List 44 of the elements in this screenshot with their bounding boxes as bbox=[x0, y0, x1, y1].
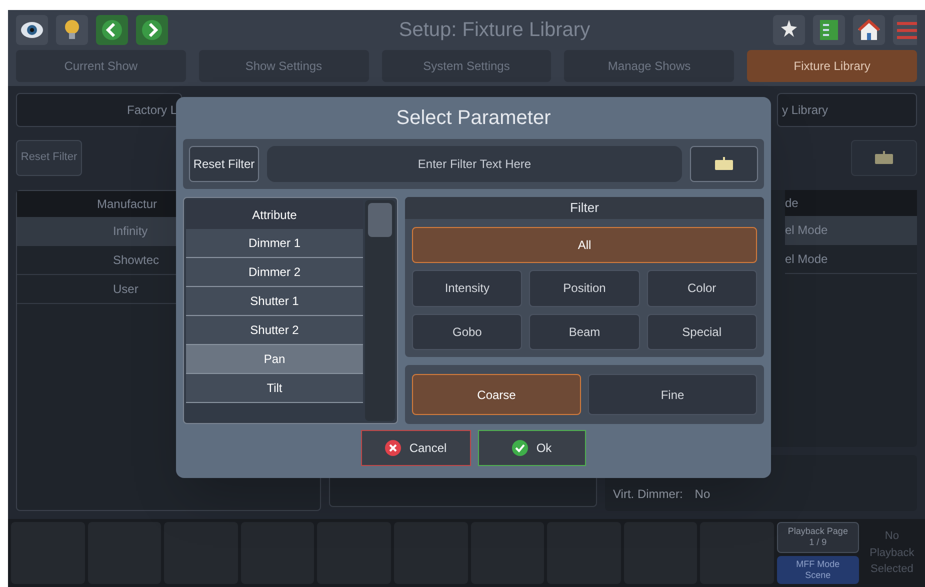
nav-tab[interactable]: Fixture Library bbox=[747, 50, 917, 82]
filter-button[interactable]: Position bbox=[529, 270, 640, 307]
parameter-item[interactable]: Dimmer 1 bbox=[186, 229, 363, 258]
column-heading: de bbox=[785, 190, 917, 216]
playback-status: No Playback Selected bbox=[868, 529, 916, 578]
playback-page-button[interactable]: Playback Page 1 / 9 bbox=[776, 522, 859, 552]
detail-label: Virt. Dimmer: bbox=[613, 486, 683, 503]
eye-icon[interactable] bbox=[16, 15, 48, 45]
detail-value: No bbox=[694, 486, 710, 503]
dialog-title: Select Parameter bbox=[395, 106, 552, 131]
page-title: Setup: Fixture Library bbox=[398, 18, 592, 43]
parameter-item[interactable]: Dimmer 2 bbox=[186, 258, 363, 287]
filter-button[interactable]: All bbox=[412, 227, 757, 264]
parameter-item[interactable]: Shutter 2 bbox=[186, 316, 363, 345]
keyboard-icon bbox=[874, 151, 894, 165]
parameter-item[interactable]: Tilt bbox=[186, 374, 363, 403]
parameter-item[interactable]: Shutter 1 bbox=[186, 287, 363, 316]
keyboard-button[interactable] bbox=[690, 146, 758, 182]
spreadsheet-icon[interactable] bbox=[813, 15, 845, 45]
ok-button[interactable]: Ok bbox=[478, 430, 586, 466]
filter-heading: Filter bbox=[405, 197, 764, 219]
filter-button[interactable]: Intensity bbox=[412, 270, 522, 307]
filter-button[interactable]: Color bbox=[646, 270, 757, 307]
library-tab[interactable]: Factory L bbox=[16, 93, 182, 127]
filter-button[interactable]: Gobo bbox=[412, 314, 522, 350]
filter-button[interactable]: Beam bbox=[529, 314, 640, 350]
close-icon bbox=[385, 440, 402, 456]
cancel-button[interactable]: Cancel bbox=[361, 430, 471, 466]
menu-icon[interactable] bbox=[893, 15, 917, 45]
mff-mode-button[interactable]: MFF Mode Scene bbox=[776, 556, 859, 584]
library-tab[interactable]: y Library bbox=[777, 93, 917, 127]
resolution-button[interactable]: Fine bbox=[588, 374, 757, 415]
list-item[interactable]: el Mode bbox=[785, 245, 917, 274]
checkmark-icon bbox=[512, 440, 528, 456]
filter-text-field[interactable]: Enter Filter Text Here bbox=[267, 146, 682, 182]
home-icon[interactable] bbox=[853, 15, 885, 45]
scrollbar[interactable] bbox=[365, 200, 395, 421]
resolution-button[interactable]: Coarse bbox=[412, 374, 581, 415]
reset-filter-button[interactable]: Reset Filter bbox=[189, 146, 259, 182]
parameter-item[interactable]: Pan bbox=[186, 345, 363, 374]
light-bulb-icon[interactable] bbox=[56, 15, 88, 45]
keyboard-icon bbox=[714, 157, 734, 171]
keyboard-button[interactable] bbox=[851, 140, 917, 176]
filter-button[interactable]: Special bbox=[646, 314, 757, 350]
